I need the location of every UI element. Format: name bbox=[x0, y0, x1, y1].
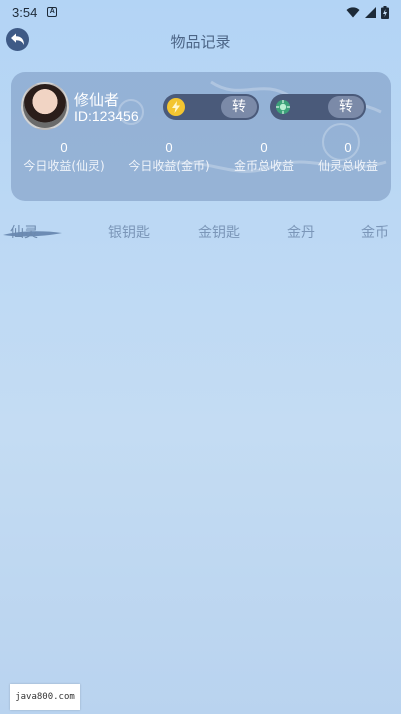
notification-icon: A bbox=[47, 7, 58, 17]
user-id: ID:123456 bbox=[74, 108, 139, 124]
profile-card: 修仙者 ID:123456 转 转 0 今日收益(仙灵) 0 今日收益(金币) … bbox=[11, 72, 391, 201]
wifi-icon bbox=[346, 6, 360, 17]
record-list bbox=[0, 256, 401, 676]
title-bar: 物品记录 bbox=[0, 26, 401, 56]
stat-value: 0 bbox=[165, 140, 173, 155]
status-icons bbox=[346, 5, 389, 19]
gold-exchange-button[interactable]: 转 bbox=[221, 96, 257, 118]
tab-spirit[interactable]: 仙灵 bbox=[10, 222, 38, 242]
status-bar: 3:54 A bbox=[0, 0, 401, 24]
watermark: java800.com bbox=[10, 684, 80, 710]
stat-label: 今日收益(仙灵) bbox=[23, 159, 105, 173]
page-title: 物品记录 bbox=[170, 33, 231, 51]
stat-value: 0 bbox=[344, 140, 352, 155]
stat-value: 0 bbox=[60, 140, 68, 155]
stat-total-spirit: 0 仙灵总收益 bbox=[307, 140, 389, 174]
stat-value: 0 bbox=[260, 140, 268, 155]
gold-exchange-pill: 转 bbox=[163, 94, 259, 120]
stat-label: 仙灵总收益 bbox=[317, 159, 378, 173]
stat-today-spirit: 0 今日收益(仙灵) bbox=[19, 140, 109, 174]
spirit-exchange-button[interactable]: 转 bbox=[328, 96, 364, 118]
tab-silver-key[interactable]: 银钥匙 bbox=[108, 222, 150, 242]
tab-gold-coin[interactable]: 金币 bbox=[361, 222, 389, 242]
tab-golden-pill[interactable]: 金丹 bbox=[287, 222, 315, 242]
spirit-exchange-pill: 转 bbox=[270, 94, 366, 120]
stat-label: 今日收益(金币) bbox=[128, 159, 210, 173]
status-time: 3:54 bbox=[12, 4, 38, 20]
battery-icon bbox=[381, 5, 389, 19]
card-background-art bbox=[118, 80, 387, 173]
avatar[interactable] bbox=[21, 82, 69, 130]
green-gem-icon bbox=[274, 98, 292, 116]
tab-gold-key[interactable]: 金钥匙 bbox=[198, 222, 240, 242]
signal-icon bbox=[365, 6, 376, 18]
user-name: 修仙者 bbox=[74, 91, 120, 109]
gold-coin-icon bbox=[167, 98, 185, 116]
stat-today-gold: 0 今日收益(金币) bbox=[124, 140, 214, 174]
stat-total-gold: 0 金币总收益 bbox=[223, 140, 305, 174]
item-tabs: 仙灵 银钥匙 金钥匙 金丹 金币 bbox=[0, 218, 401, 248]
stat-label: 金币总收益 bbox=[233, 159, 294, 173]
